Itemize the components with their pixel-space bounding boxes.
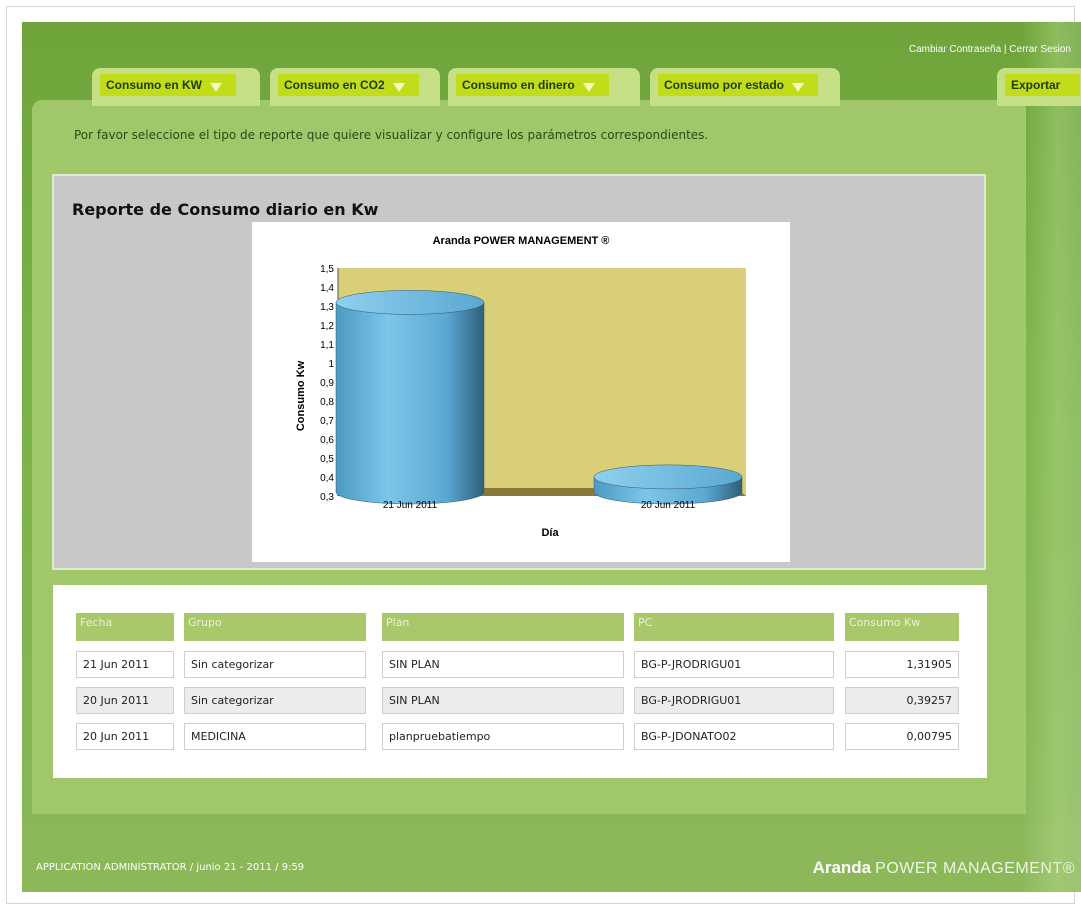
tab-label: Exportar xyxy=(1011,78,1061,92)
table-cell: Sin categorizar xyxy=(184,651,366,678)
chart-container: Aranda POWER MANAGEMENT ® 1,5 1,4 1,3 1,2 1,… xyxy=(252,222,790,562)
table-cell: 0,00795 xyxy=(845,723,959,750)
y-axis-label: Consumo Kw xyxy=(295,360,307,431)
table-cell: 1,31905 xyxy=(845,651,959,678)
bar-body xyxy=(335,302,485,505)
y-tick-label: 0,6 xyxy=(320,435,334,446)
report-table: Fecha Grupo Plan PC Consumo Kw 21 Jun 2011 Sin… xyxy=(53,585,987,778)
table-cell: 21 Jun 2011 xyxy=(76,651,174,678)
y-tick-label: 0,8 xyxy=(320,397,334,408)
y-tick-label: 1,2 xyxy=(320,321,334,332)
app-window: Cambiar Contraseña | Cerrar Sesion Consu… xyxy=(22,22,1081,892)
tab-consumo-co2[interactable]: Consumo en CO2 xyxy=(270,68,440,106)
y-tick-label: 0,3 xyxy=(320,492,334,503)
table-cell: planpruebatiempo xyxy=(382,723,624,750)
y-tick-label: 0,5 xyxy=(320,454,334,465)
x-axis-label: Día xyxy=(541,527,559,539)
bar xyxy=(593,464,743,505)
y-tick-label: 0,4 xyxy=(320,473,334,484)
tab-exportar[interactable]: Exportar xyxy=(997,68,1081,106)
table-cell: BG-P-JRODRIGU01 xyxy=(634,651,834,678)
tab-label: Consumo en dinero xyxy=(462,78,575,92)
tab-consumo-estado[interactable]: Consumo por estado xyxy=(650,68,840,106)
y-tick-label: 1,4 xyxy=(320,283,334,294)
table-header-cell: Grupo xyxy=(184,613,366,641)
x-tick-label: 21 Jun 2011 xyxy=(383,500,438,511)
tab-label: Consumo por estado xyxy=(664,78,785,92)
footer-status: APPLICATION ADMINISTRATOR / junio 21 - 2… xyxy=(36,862,305,873)
x-axis-ticks: 21 Jun 2011 20 Jun 2011 xyxy=(383,500,696,511)
table-cell: MEDICINA xyxy=(184,723,366,750)
table-cell: 20 Jun 2011 xyxy=(76,687,174,714)
y-axis-ticks: 1,5 1,4 1,3 1,2 1,1 1 0,9 0,8 0,7 0,6 0,5 0,4 0,3 xyxy=(320,264,334,503)
logout-link[interactable]: Cerrar Sesion xyxy=(1009,44,1071,55)
table-cell: 20 Jun 2011 xyxy=(76,723,174,750)
tab-label-box: Consumo por estado xyxy=(658,74,819,96)
kw-consumption-chart: Aranda POWER MANAGEMENT ® 1,51,41,31,21,… xyxy=(295,235,746,539)
brand-name: Aranda xyxy=(812,858,872,877)
y-tick-label: 1,5 xyxy=(320,264,334,275)
tab-label: Consumo en KW xyxy=(106,78,202,92)
table-cell: BG-P-JRODRIGU01 xyxy=(634,687,834,714)
tab-label-box: Consumo en CO2 xyxy=(278,74,419,96)
dropdown-arrow-icon[interactable] xyxy=(582,83,595,93)
y-tick-label: 0,9 xyxy=(320,378,334,389)
top-links: Cambiar Contraseña | Cerrar Sesion xyxy=(909,44,1071,55)
table-header-cell: Fecha xyxy=(76,613,174,641)
table-cell: 0,39257 xyxy=(845,687,959,714)
bar-top xyxy=(335,290,485,315)
table-cell: Sin categorizar xyxy=(184,687,366,714)
tab-label-box: Consumo en dinero xyxy=(456,74,609,96)
table-cell: SIN PLAN xyxy=(382,651,624,678)
tab-label-box: Consumo en KW xyxy=(100,74,236,96)
footer-bar xyxy=(22,822,1081,892)
tab-consumo-kw[interactable]: Consumo en KW xyxy=(92,68,260,106)
tab-consumo-dinero[interactable]: Consumo en dinero xyxy=(448,68,640,106)
bar-top xyxy=(593,464,743,490)
table-header-cell: Plan xyxy=(382,613,624,641)
y-tick-label: 1,1 xyxy=(320,340,334,351)
chart-title: Aranda POWER MANAGEMENT ® xyxy=(433,235,610,247)
table-header-cell: Consumo Kw xyxy=(845,613,959,641)
dropdown-arrow-icon[interactable] xyxy=(392,83,405,93)
dropdown-arrow-icon[interactable] xyxy=(210,83,222,93)
y-tick-label: 1,3 xyxy=(320,302,334,313)
table-cell: BG-P-JDONATO02 xyxy=(634,723,834,750)
intro-text: Por favor seleccione el tipo de reporte … xyxy=(74,128,709,142)
report-panel: Reporte de Consumo diario en Kw Aranda P xyxy=(52,174,986,570)
bar xyxy=(335,290,485,505)
brand-product: POWER MANAGEMENT® xyxy=(875,860,1075,877)
table-cell: SIN PLAN xyxy=(382,687,624,714)
link-separator: | xyxy=(1003,44,1007,55)
tab-label: Consumo en CO2 xyxy=(284,78,385,92)
brand-logo: Aranda POWER MANAGEMENT® xyxy=(813,858,1075,878)
dropdown-arrow-icon[interactable] xyxy=(792,83,805,93)
y-tick-label: 0,7 xyxy=(320,416,334,427)
table-header-cell: PC xyxy=(634,613,834,641)
x-tick-label: 20 Jun 2011 xyxy=(641,500,696,511)
report-title: Reporte de Consumo diario en Kw xyxy=(72,200,379,219)
tab-label-box: Exportar xyxy=(1005,74,1081,96)
y-tick-label: 1 xyxy=(328,359,334,370)
change-password-link[interactable]: Cambiar Contraseña xyxy=(909,44,1001,55)
